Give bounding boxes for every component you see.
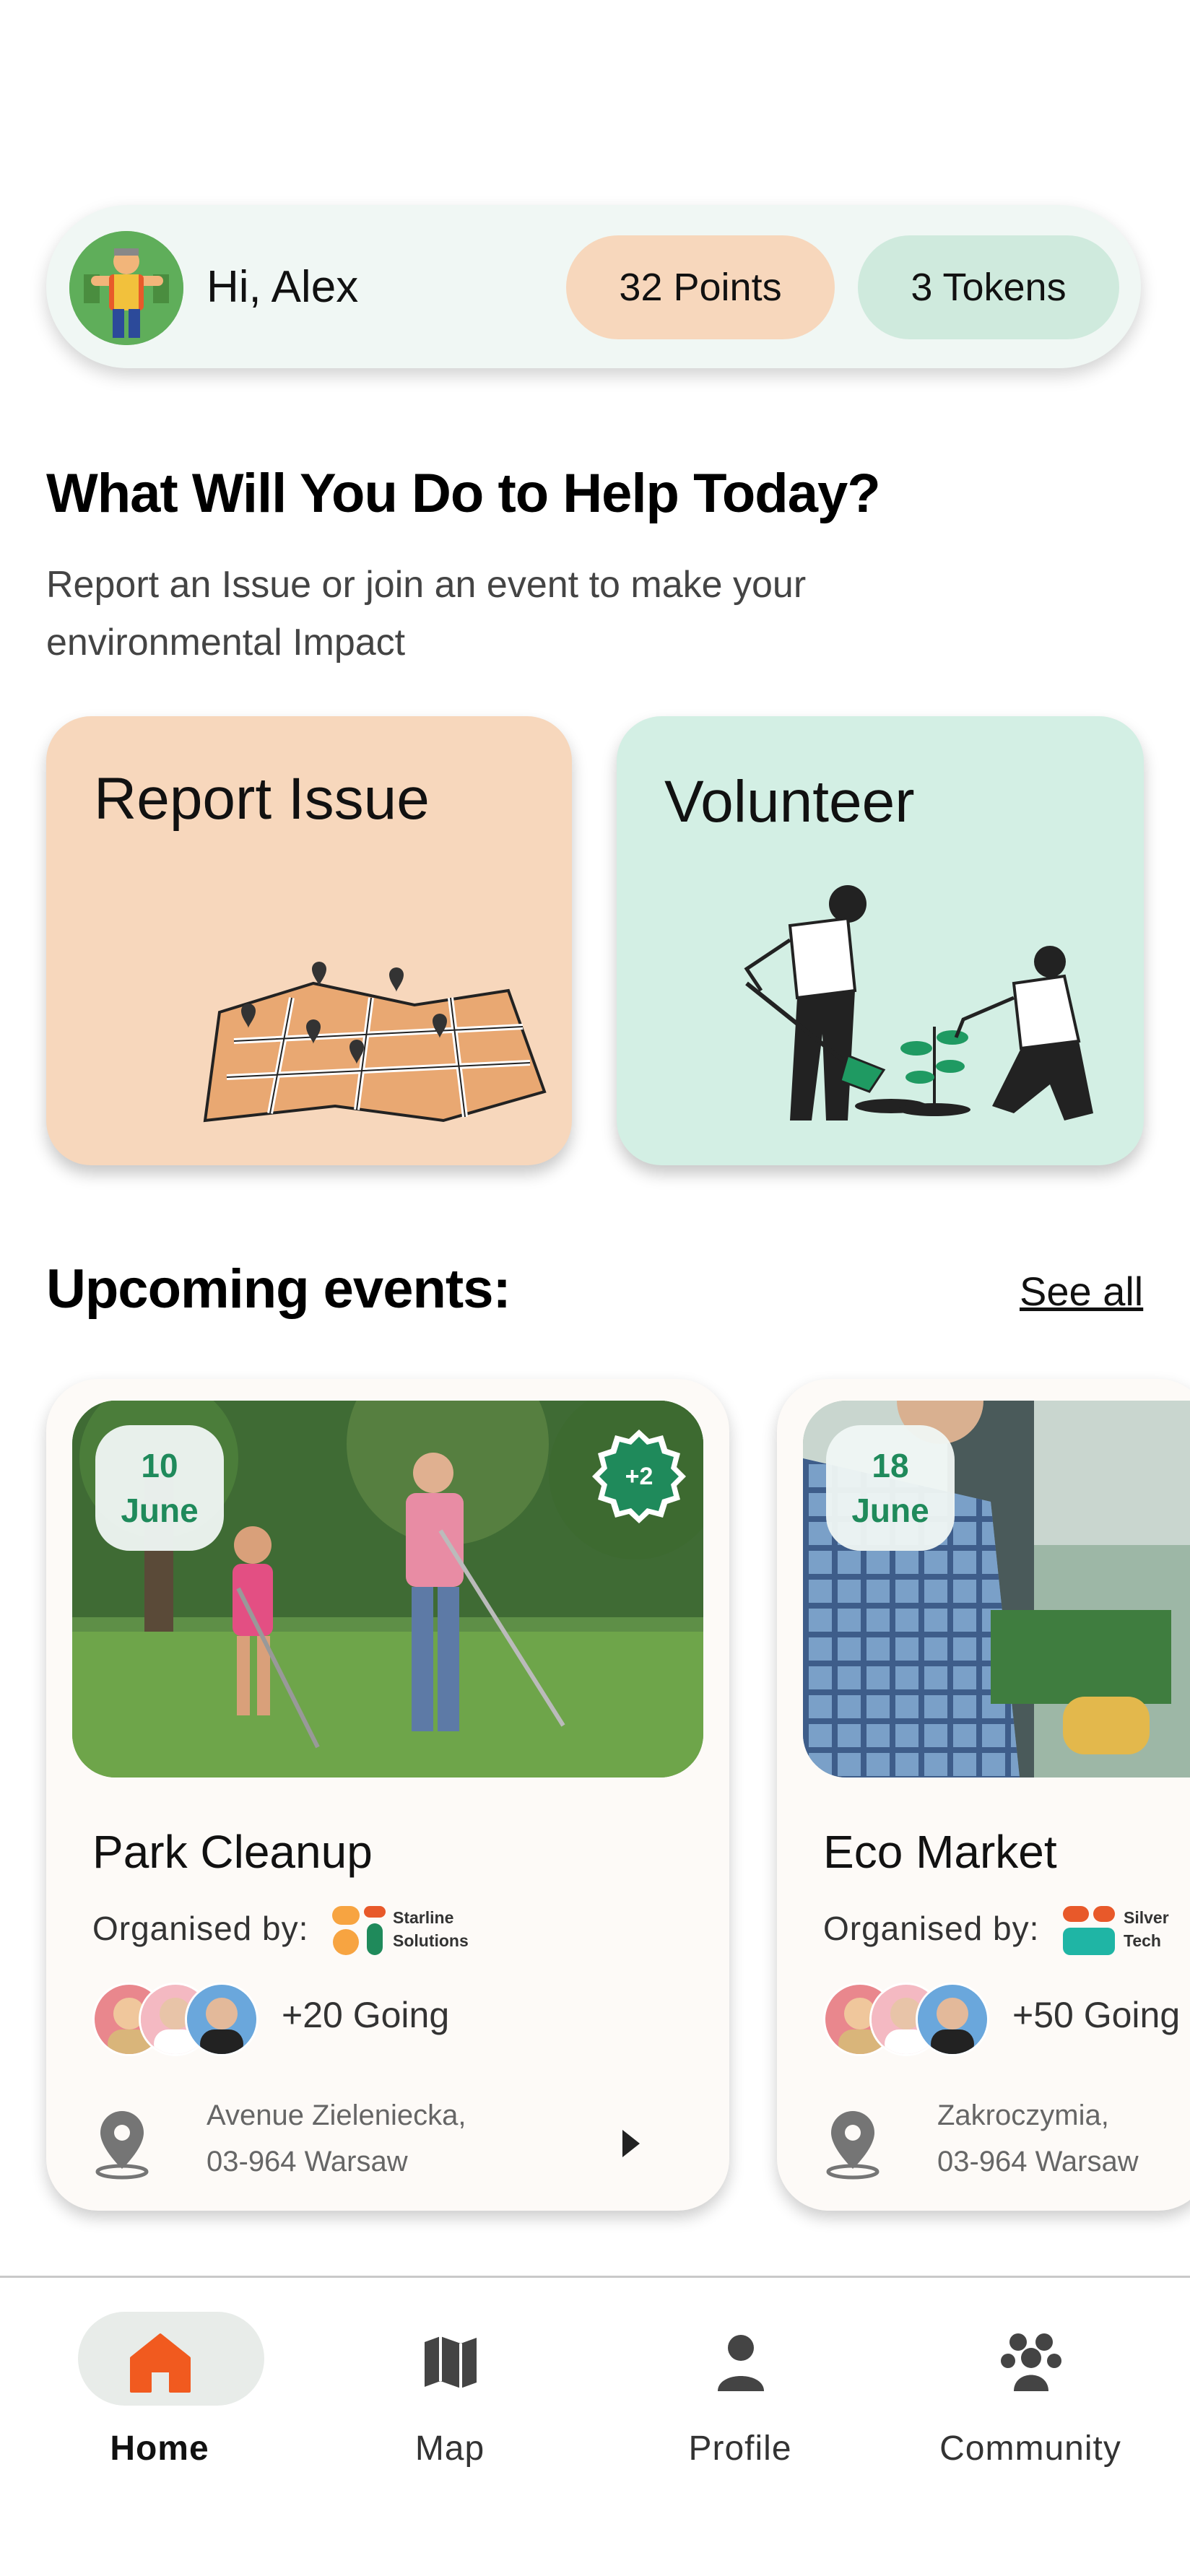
- location-pin-icon: [95, 2111, 149, 2180]
- event-image: 10 June +2: [72, 1401, 703, 1777]
- event-month: June: [851, 1492, 929, 1529]
- nav-divider: [0, 2276, 1190, 2278]
- event-title: Eco Market: [823, 1826, 1057, 1878]
- organiser-label: Organised by:: [92, 1910, 309, 1947]
- event-title: Park Cleanup: [92, 1826, 373, 1878]
- nav-label-community: Community: [939, 2429, 1121, 2468]
- volunteer-card[interactable]: Volunteer: [617, 716, 1144, 1165]
- user-header: Hi, Alex 32 Points 3 Tokens: [46, 205, 1141, 368]
- report-issue-label: Report Issue: [94, 766, 430, 832]
- location-pin-icon: [826, 2111, 880, 2180]
- nav-item-community[interactable]: Community: [885, 2307, 1176, 2481]
- nav-label-home: Home: [110, 2429, 209, 2468]
- event-address: Zakroczymia, 03-964 Warsaw: [937, 2099, 1139, 2177]
- home-icon: [130, 2333, 191, 2393]
- report-issue-card[interactable]: Report Issue: [46, 716, 572, 1165]
- points-badge[interactable]: 32 Points: [566, 235, 835, 339]
- organiser-label: Organised by:: [823, 1910, 1040, 1947]
- page-title: What Will You Do to Help Today?: [46, 463, 881, 524]
- map-illustration-icon: [203, 962, 547, 1123]
- nav-item-profile[interactable]: Profile: [595, 2307, 885, 2481]
- going-count: +20 Going: [282, 1995, 450, 2035]
- event-date-badge: 10 June: [95, 1425, 224, 1551]
- event-date-badge: 18 June: [826, 1425, 955, 1551]
- event-address: Avenue Zieleniecka, 03-964 Warsaw: [207, 2099, 466, 2177]
- attendee-avatar: [185, 1983, 259, 2056]
- nav-label-map: Map: [414, 2429, 485, 2468]
- silver-tech-logo-icon: [1063, 1906, 1115, 1955]
- tokens-badge[interactable]: 3 Tokens: [858, 235, 1119, 339]
- event-day: 18: [872, 1447, 909, 1484]
- organiser-name: Starline Solutions: [393, 1908, 469, 1950]
- chevron-right-icon[interactable]: [617, 2125, 646, 2162]
- event-card-park-cleanup[interactable]: 10 June +2 Park Cleanup Organised by: St…: [46, 1379, 729, 2211]
- avatar-figure-icon: [69, 231, 183, 345]
- going-count: +50 Going: [1012, 1995, 1181, 2035]
- nav-item-map[interactable]: Map: [305, 2307, 595, 2481]
- community-icon: [1001, 2333, 1061, 2391]
- nav-item-home[interactable]: Home: [14, 2307, 305, 2481]
- attendee-avatars[interactable]: [92, 1983, 259, 2056]
- see-all-link[interactable]: See all: [1020, 1268, 1143, 1315]
- event-day: 10: [141, 1447, 178, 1484]
- profile-icon: [718, 2335, 764, 2391]
- starline-logo-icon: [332, 1906, 386, 1955]
- greeting-text: Hi, Alex: [207, 262, 359, 312]
- page-subtitle: Report an Issue or join an event to make…: [46, 564, 807, 663]
- extra-events-count: +2: [625, 1463, 653, 1490]
- attendee-avatar: [916, 1983, 989, 2056]
- event-card-eco-market[interactable]: 18 June Eco Market Organised by: Silver …: [777, 1379, 1190, 2211]
- event-month: June: [121, 1492, 199, 1529]
- attendee-avatars[interactable]: [823, 1983, 989, 2056]
- event-image: 18 June: [803, 1401, 1190, 1777]
- volunteers-planting-icon: [744, 885, 1093, 1121]
- extra-events-badge[interactable]: +2: [592, 1430, 686, 1523]
- map-icon: [425, 2336, 477, 2388]
- volunteer-label: Volunteer: [664, 769, 915, 835]
- user-avatar[interactable]: [69, 231, 183, 345]
- organiser-name: Silver Tech: [1124, 1908, 1169, 1950]
- nav-label-profile: Profile: [688, 2429, 792, 2468]
- upcoming-events-title: Upcoming events:: [46, 1258, 511, 1320]
